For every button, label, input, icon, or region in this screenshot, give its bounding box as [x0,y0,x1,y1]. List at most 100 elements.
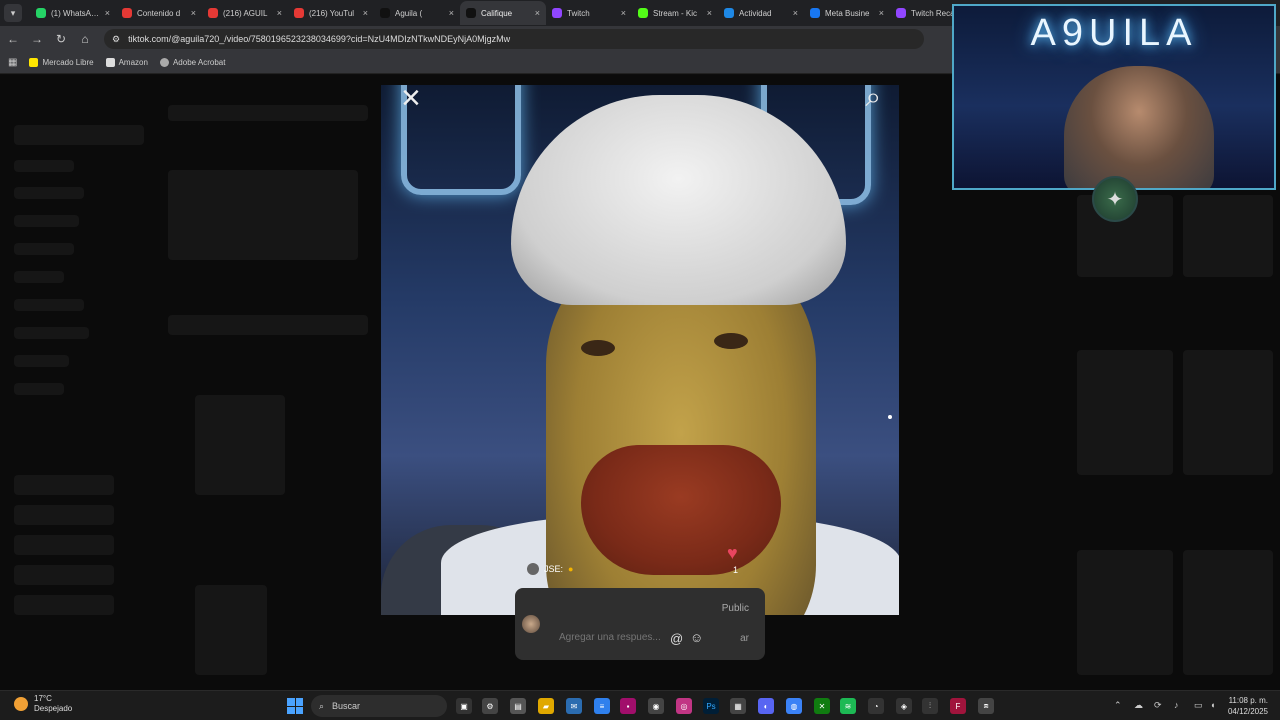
sync-icon[interactable]: ⟳ [1154,700,1162,711]
chat-icon[interactable]: ✉ [566,698,582,714]
task-view-icon[interactable]: ▣ [456,698,472,714]
tab-title: Stream - Kic [653,8,698,18]
beard-shape [581,445,781,575]
weather-icon [14,697,28,711]
dimmed-related-thumb [1183,350,1273,475]
tab-close-icon[interactable]: × [621,8,626,18]
reply-input[interactable] [559,632,667,643]
emoji-icon[interactable]: ☺ [690,630,703,645]
search-icon[interactable]: ⌕ [865,85,881,114]
photoshop-icon[interactable]: Ps [703,698,719,714]
forward-icon[interactable]: → [26,32,48,46]
dimmed-nav-item [14,271,64,283]
bookmark-amazon[interactable]: Amazon [105,58,148,67]
browser-tab[interactable]: Contenido d × [116,1,202,25]
site-settings-icon[interactable]: ⚙ [112,34,120,45]
dimmed-account-item [14,595,114,615]
browser-tab[interactable]: (1) WhatsApp × [30,1,116,25]
dimmed-nav-item [14,355,69,367]
mention-icon[interactable]: @ [670,631,683,646]
tab-favicon-icon [896,8,906,18]
volume-icon[interactable]: ◖ [1210,700,1215,710]
chrome-icon[interactable]: ◍ [786,698,802,714]
capcut-icon[interactable]: ⧈ [978,698,994,714]
bookmark-adobe-acrobat[interactable]: Adobe Acrobat [159,58,225,67]
settings-icon[interactable]: ⚙ [482,698,498,714]
browser-tab[interactable]: Califique × [460,1,546,25]
audio-app-icon[interactable]: ⫶ [922,698,938,714]
browser-tab[interactable]: Actividad × [718,1,804,25]
apps-grid-icon[interactable]: ▦ [8,57,17,68]
webcam-overlay: A9UILA [952,4,1276,190]
browser-tab[interactable]: Twitch × [546,1,632,25]
avatar [522,615,540,633]
weather-widget[interactable]: 17°C Despejado [14,694,72,714]
app-icon[interactable]: ◔ [868,698,884,714]
tab-close-icon[interactable]: × [793,8,798,18]
cloud-icon[interactable]: ☁ [1134,700,1143,711]
tab-title: (216) YouTul [309,8,355,18]
date: 04/12/2025 [1227,707,1268,716]
close-icon[interactable]: × [401,85,421,118]
mic-icon[interactable]: ♪ [1174,700,1179,710]
xbox-icon[interactable]: ✕ [814,698,830,714]
visibility-label[interactable]: Public [722,603,749,614]
weather-condition: Despejado [34,704,73,713]
tab-favicon-icon [638,8,648,18]
dimmed-account-item [14,475,114,495]
amazon-icon [105,58,115,67]
tab-close-icon[interactable]: × [191,8,196,18]
address-bar[interactable]: ⚙ tiktok.com/@aguila720_/video/758019652… [104,29,924,49]
tab-favicon-icon [208,8,218,18]
temperature: 17°C [34,694,52,703]
tab-search-icon[interactable]: ▾ [4,4,22,22]
back-icon[interactable]: ← [2,32,24,46]
post-button[interactable]: ar [740,633,749,644]
start-icon[interactable] [287,698,303,714]
reply-box: Public @ ☺ ar [515,588,765,660]
media-icon[interactable]: ▦ [730,698,746,714]
store-icon[interactable]: ▤ [510,698,526,714]
app-icon[interactable]: ▪ [620,698,636,714]
browser-tab[interactable]: (216) AGUIL × [202,1,288,25]
reload-icon[interactable]: ↻ [50,32,72,46]
tab-close-icon[interactable]: × [449,8,454,18]
taskbar-search[interactable]: ⌕ Buscar [311,695,447,717]
dimmed-related-thumb [1183,550,1273,675]
instagram-icon[interactable]: ◎ [676,698,692,714]
tab-close-icon[interactable]: × [105,8,110,18]
tab-favicon-icon [294,8,304,18]
tab-title: Aguila ( [395,8,423,18]
app-icon[interactable]: ◈ [896,698,912,714]
browser-tab[interactable]: Aguila ( × [374,1,460,25]
dimmed-comment-bar [168,315,368,335]
tab-title: Califique [481,8,513,18]
browser-tab[interactable]: Meta Busine × [804,1,890,25]
tab-close-icon[interactable]: × [277,8,282,18]
network-icon[interactable]: ▭ [1194,700,1203,711]
url-text: tiktok.com/@aguila720_/video/75801965232… [128,34,511,44]
spotify-icon[interactable]: ≋ [840,698,856,714]
tab-close-icon[interactable]: × [879,8,884,18]
home-icon[interactable]: ⌂ [74,32,96,46]
tab-title: (1) WhatsApp [51,8,100,18]
video-player[interactable]: × ⌕ JSE: ● ♥ 1 [381,85,899,615]
tab-close-icon[interactable]: × [363,8,368,18]
dimmed-nav-item [14,160,74,172]
browser-tab[interactable]: Stream - Kic × [632,1,718,25]
like-heart-icon[interactable]: ♥ [727,543,738,564]
bookmark-mercado-libre[interactable]: Mercado Libre [29,58,94,67]
mercado-libre-icon [29,58,39,67]
tab-title: Actividad [739,8,772,18]
notes-icon[interactable]: ≡ [594,698,610,714]
tab-close-icon[interactable]: × [535,8,540,18]
dimmed-header [168,105,368,121]
obs-icon[interactable]: ◉ [648,698,664,714]
tab-close-icon[interactable]: × [707,8,712,18]
browser-tab[interactable]: (216) YouTul × [288,1,374,25]
clock[interactable]: 11:08 p. m. 04/12/2025 [1228,695,1268,717]
discord-icon[interactable]: ◐ [758,698,774,714]
app-icon[interactable]: F [950,698,966,714]
folder-icon[interactable]: ▰ [538,698,554,714]
chevron-up-icon[interactable]: ⌃ [1114,700,1122,711]
